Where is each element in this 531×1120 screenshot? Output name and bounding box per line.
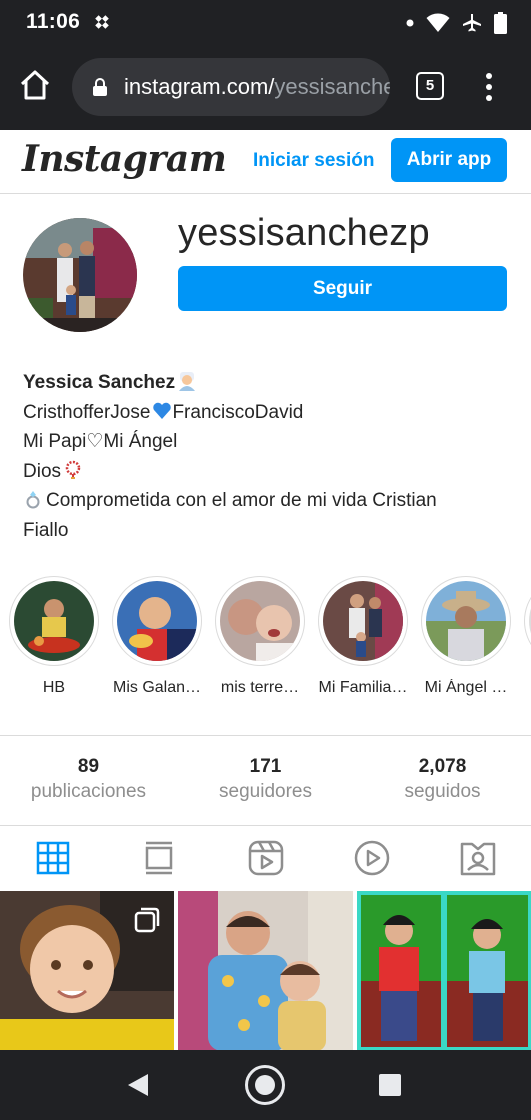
highlight-ring bbox=[318, 576, 408, 666]
prayer-beads-icon bbox=[65, 460, 81, 479]
status-icons bbox=[406, 12, 507, 34]
post-thumbnail[interactable] bbox=[0, 891, 175, 1051]
posts-grid bbox=[0, 891, 531, 1051]
profile-avatar bbox=[23, 218, 137, 332]
battery-icon bbox=[494, 12, 507, 34]
ring-icon bbox=[26, 491, 40, 509]
stat-label: seguidos bbox=[404, 781, 481, 802]
highlight-cover bbox=[14, 581, 94, 661]
highlight-item-partial[interactable] bbox=[523, 576, 531, 666]
reels-icon bbox=[248, 840, 283, 876]
profile-full-name: Yessica Sanchez bbox=[23, 372, 176, 393]
highlight-ring bbox=[9, 576, 99, 666]
highlight-item[interactable]: mis terre… bbox=[214, 576, 306, 697]
bio-line-2: Mi Papi♡Mi Ángel bbox=[23, 431, 178, 452]
more-menu-icon[interactable] bbox=[480, 70, 498, 104]
highlight-ring bbox=[112, 576, 202, 666]
tab-switcher-button[interactable]: 5 bbox=[416, 72, 444, 100]
highlight-label: Mis Galan… bbox=[112, 679, 202, 696]
stat-value: 89 bbox=[77, 756, 100, 777]
home-dot-icon bbox=[255, 1075, 275, 1095]
follow-button[interactable]: Seguir bbox=[178, 266, 507, 311]
notification-dot-icon bbox=[406, 19, 414, 27]
recents-icon[interactable] bbox=[379, 1074, 401, 1096]
back-icon[interactable] bbox=[126, 1072, 150, 1098]
profile-tabs bbox=[0, 826, 531, 890]
highlight-cover bbox=[220, 581, 300, 661]
browser-toolbar: instagram.com/yessisanchezp 5 bbox=[0, 46, 531, 130]
stat-value: 2,078 bbox=[418, 756, 467, 777]
bio-line-3-text: Dios bbox=[23, 460, 62, 482]
highlight-label: Mi Familia… bbox=[318, 679, 408, 696]
highlight-cover bbox=[323, 581, 403, 661]
highlight-cover bbox=[117, 581, 197, 661]
highlight-item[interactable]: Mi Ángel … bbox=[420, 576, 512, 697]
highlight-label: HB bbox=[42, 679, 66, 696]
tab-feed[interactable] bbox=[106, 826, 212, 890]
profile-bio: Yessica Sanchez CristhofferJose Francisco… bbox=[23, 368, 513, 545]
bio-line-1-b: FranciscoDavid bbox=[172, 401, 304, 423]
highlight-ring bbox=[421, 576, 511, 666]
post-thumbnail[interactable] bbox=[356, 891, 531, 1051]
highlight-ring bbox=[524, 576, 531, 666]
stat-label: seguidores bbox=[219, 781, 312, 802]
home-icon[interactable] bbox=[18, 68, 52, 102]
status-bar: 11:06 bbox=[0, 0, 531, 46]
profile-stats: 89 publicaciones 171 seguidores 2,078 se… bbox=[0, 735, 531, 826]
bride-emoji-icon bbox=[179, 372, 196, 391]
highlight-item[interactable]: Mi Familia… bbox=[317, 576, 409, 697]
highlight-label: Mi Ángel … bbox=[424, 679, 508, 696]
stat-following[interactable]: 2,078 seguidos bbox=[354, 736, 531, 825]
post-image bbox=[356, 891, 531, 1051]
status-time: 11:06 bbox=[26, 10, 81, 33]
system-nav-bar bbox=[0, 1050, 531, 1120]
bio-line-1: CristhofferJose FranciscoDavid bbox=[23, 398, 513, 428]
feed-icon bbox=[146, 841, 173, 875]
stat-followers[interactable]: 171 seguidores bbox=[177, 736, 354, 825]
tab-reels[interactable] bbox=[212, 826, 318, 890]
address-bar[interactable]: instagram.com/yessisanchezp bbox=[72, 58, 390, 116]
tab-tagged[interactable] bbox=[425, 826, 531, 890]
tab-grid[interactable] bbox=[0, 826, 106, 890]
highlight-ring bbox=[215, 576, 305, 666]
url-path: yessisanchezp bbox=[274, 74, 390, 99]
stat-posts: 89 publicaciones bbox=[0, 736, 177, 825]
bio-line-5: Fiallo bbox=[23, 519, 69, 541]
highlight-item[interactable]: Mis Galan… bbox=[111, 576, 203, 697]
highlight-item[interactable]: HB bbox=[8, 576, 100, 697]
bio-line-1-a: CristhofferJose bbox=[23, 401, 151, 423]
wifi-icon bbox=[426, 13, 450, 32]
url-domain: instagram.com/ bbox=[124, 74, 275, 99]
igtv-icon bbox=[354, 840, 389, 876]
post-thumbnail[interactable] bbox=[178, 891, 353, 1051]
bio-line-3: Dios bbox=[23, 457, 513, 487]
profile-username: yessisanchezp bbox=[178, 212, 430, 254]
bio-name-line: Yessica Sanchez bbox=[23, 368, 513, 398]
story-highlights: HB Mis Galan… mis terre… Mi Familia… Mi … bbox=[0, 576, 531, 706]
avatar-photo bbox=[23, 218, 137, 332]
instagram-header: Instagram Iniciar sesión Abrir app bbox=[0, 130, 531, 194]
url-text: instagram.com/yessisanchezp bbox=[124, 74, 390, 100]
login-link[interactable]: Iniciar sesión bbox=[253, 150, 374, 172]
stat-value: 171 bbox=[249, 756, 282, 777]
bio-line-4: Comprometida con el amor de mi vida Cris… bbox=[23, 486, 513, 516]
bio-line-4-text: Comprometida con el amor de mi vida Cris… bbox=[46, 490, 437, 511]
airplane-icon bbox=[463, 14, 481, 32]
game-controller-icon bbox=[95, 15, 109, 29]
highlight-cover bbox=[426, 581, 506, 661]
home-button[interactable] bbox=[245, 1065, 285, 1105]
instagram-logo[interactable]: Instagram bbox=[22, 138, 227, 180]
tagged-icon bbox=[460, 842, 496, 876]
post-image bbox=[178, 891, 353, 1051]
carousel-icon bbox=[135, 907, 160, 933]
stat-label: publicaciones bbox=[30, 781, 147, 802]
highlight-label: mis terre… bbox=[220, 679, 300, 696]
open-app-button[interactable]: Abrir app bbox=[391, 138, 507, 182]
grid-icon bbox=[36, 841, 70, 875]
blue-heart-icon bbox=[153, 402, 172, 419]
tab-igtv[interactable] bbox=[319, 826, 425, 890]
lock-icon bbox=[93, 78, 107, 96]
